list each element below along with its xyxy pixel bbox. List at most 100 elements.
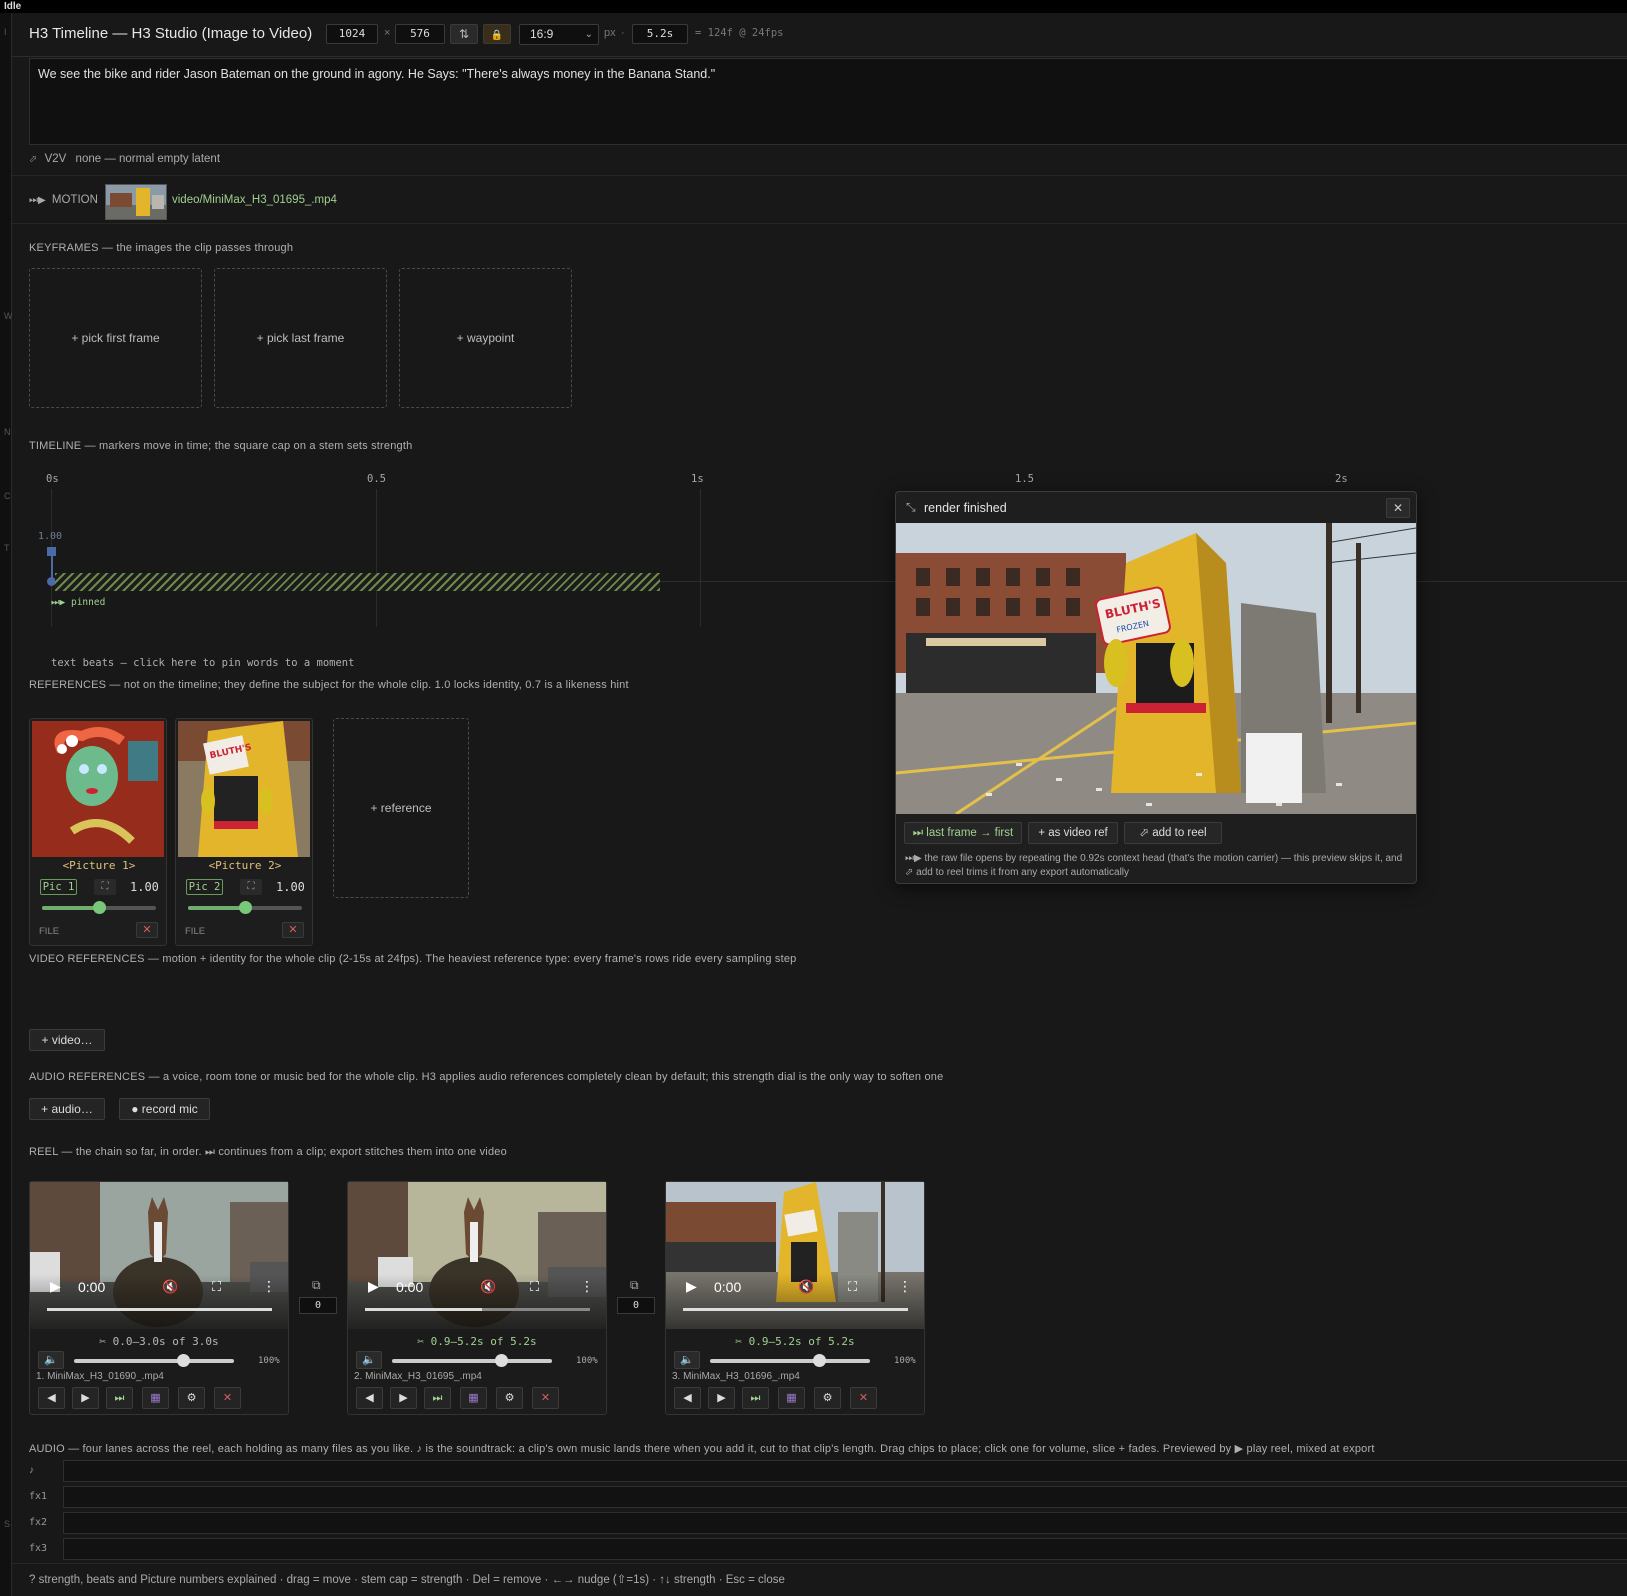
soundtrack-lane[interactable] [63, 1460, 1627, 1482]
video-progress[interactable] [47, 1308, 272, 1311]
remove-clip-button[interactable]: ✕ [214, 1387, 241, 1409]
trim-range[interactable]: ✂ 0.0–3.0s of 3.0s [30, 1335, 288, 1348]
continue-from-clip-button[interactable]: ⏭ [424, 1387, 451, 1409]
picture-tag[interactable]: Pic 1 [40, 879, 77, 895]
pick-first-frame-slot[interactable]: + pick first frame [29, 268, 202, 408]
volume-icon[interactable]: 🔈 [356, 1351, 382, 1369]
height-input[interactable]: 576 [395, 24, 445, 44]
picture-tag[interactable]: Pic 2 [186, 879, 223, 895]
pick-last-frame-slot[interactable]: + pick last frame [214, 268, 387, 408]
as-video-ref-button[interactable]: + as video ref [1028, 822, 1118, 844]
video-player[interactable]: ▶ 0:00 🔇 ⛶ ⋮ [30, 1182, 288, 1329]
clip-filename: 1. MiniMax_H3_01690_.mp4 [36, 1371, 164, 1382]
play-icon[interactable]: ▶ [50, 1278, 61, 1295]
add-to-reel-button[interactable]: ⬀ add to reel [1124, 822, 1222, 844]
video-player[interactable]: ▶ 0:00 🔇 ⛶ ⋮ [348, 1182, 606, 1329]
remove-reference-button[interactable]: ✕ [282, 922, 304, 938]
trim-range[interactable]: ✂ 0.9–5.2s of 5.2s [666, 1335, 924, 1348]
play-button[interactable]: ▶ [708, 1387, 735, 1409]
remove-clip-button[interactable]: ✕ [532, 1387, 559, 1409]
muted-icon[interactable]: 🔇 [162, 1279, 178, 1295]
motion-file-link[interactable]: video/MiniMax_H3_01695_.mp4 [172, 194, 337, 206]
last-frame-to-first-button[interactable]: ⏭ last frame → first [904, 822, 1022, 844]
slider-knob[interactable] [176, 1354, 190, 1367]
pinned-motion-range[interactable] [55, 573, 660, 591]
popup-title: render finished [924, 501, 1007, 515]
reel-clip[interactable]: ▶ 0:00 🔇 ⛶ ⋮ ✂ 0.0–3.0s of 3.0s 🔈 100% 1… [29, 1181, 289, 1415]
trim-range[interactable]: ✂ 0.9–5.2s of 5.2s [348, 1335, 606, 1348]
prompt-textarea[interactable]: We see the bike and rider Jason Bateman … [29, 58, 1627, 145]
play-icon[interactable]: ▶ [686, 1278, 697, 1295]
continue-from-clip-button[interactable]: ⏭ [106, 1387, 133, 1409]
film-icon[interactable]: ▦ [778, 1387, 805, 1409]
slider-knob[interactable] [92, 901, 106, 914]
fx3-lane[interactable] [63, 1538, 1627, 1560]
more-options-icon[interactable]: ⋮ [898, 1278, 912, 1295]
render-preview[interactable]: BLUTH'S FROZEN [896, 523, 1416, 814]
volume-icon[interactable]: 🔈 [38, 1351, 64, 1369]
crop-icon[interactable]: ⛶ [240, 879, 262, 895]
fx1-lane[interactable] [63, 1486, 1627, 1508]
add-video-button[interactable]: + video… [29, 1029, 105, 1051]
play-button[interactable]: ▶ [390, 1387, 417, 1409]
expand-icon[interactable]: ⤡ [906, 500, 916, 515]
continue-from-clip-button[interactable]: ⏭ [742, 1387, 769, 1409]
reference-image: BLUTH'S [178, 721, 310, 857]
chain-overlap-input[interactable]: 0 [617, 1297, 655, 1314]
width-input[interactable]: 1024 [326, 24, 378, 44]
crop-icon[interactable]: ⛶ [94, 879, 116, 895]
settings-gear-icon[interactable]: ⚙ [496, 1387, 523, 1409]
more-options-icon[interactable]: ⋮ [580, 1278, 594, 1295]
add-audio-button[interactable]: + audio… [29, 1098, 105, 1120]
play-icon[interactable]: ▶ [368, 1278, 379, 1295]
film-icon[interactable]: ▦ [142, 1387, 169, 1409]
move-left-button[interactable]: ◀ [356, 1387, 383, 1409]
reference-card[interactable]: <Picture 1> Pic 1 ⛶ 1.00 FILE ✕ [29, 718, 167, 946]
remove-reference-button[interactable]: ✕ [136, 922, 158, 938]
muted-icon[interactable]: 🔇 [798, 1279, 814, 1295]
v2v-row[interactable]: ⬀ V2V none — normal empty latent [29, 153, 220, 165]
fullscreen-icon[interactable]: ⛶ [848, 1279, 857, 1295]
close-button[interactable]: ✕ [1386, 498, 1410, 518]
volume-slider[interactable] [392, 1354, 552, 1368]
slider-knob[interactable] [494, 1354, 508, 1367]
duration-input[interactable]: 5.2s [632, 24, 688, 44]
reel-clip[interactable]: ▶ 0:00 🔇 ⛶ ⋮ ✂ 0.9–5.2s of 5.2s 🔈 100% 3… [665, 1181, 925, 1415]
add-reference-slot[interactable]: + reference [333, 718, 469, 898]
reference-strength-slider[interactable] [42, 901, 156, 915]
remove-clip-button[interactable]: ✕ [850, 1387, 877, 1409]
slider-knob[interactable] [238, 901, 252, 914]
move-left-button[interactable]: ◀ [674, 1387, 701, 1409]
volume-icon[interactable]: 🔈 [674, 1351, 700, 1369]
play-button[interactable]: ▶ [72, 1387, 99, 1409]
motion-thumbnail[interactable] [105, 184, 167, 220]
muted-icon[interactable]: 🔇 [480, 1279, 496, 1295]
film-icon[interactable]: ▦ [460, 1387, 487, 1409]
swap-dimensions-button[interactable]: ⇅ [450, 24, 478, 44]
lock-aspect-button[interactable]: 🔒 [483, 24, 511, 44]
video-player[interactable]: ▶ 0:00 🔇 ⛶ ⋮ [666, 1182, 924, 1329]
move-left-button[interactable]: ◀ [38, 1387, 65, 1409]
more-options-icon[interactable]: ⋮ [262, 1278, 276, 1295]
video-progress[interactable] [365, 1308, 590, 1311]
video-progress[interactable] [683, 1308, 908, 1311]
reference-card[interactable]: BLUTH'S <Picture 2> Pic 2 ⛶ 1.00 FILE ✕ [175, 718, 313, 946]
volume-slider[interactable] [710, 1354, 870, 1368]
help-footer[interactable]: ? strength, beats and Picture numbers ex… [29, 1572, 785, 1586]
video-progress-fill [47, 1308, 272, 1311]
fx2-lane[interactable] [63, 1512, 1627, 1534]
chain-overlap-input[interactable]: 0 [299, 1297, 337, 1314]
audio-lanes-label: AUDIO — four lanes across the reel, each… [29, 1443, 1375, 1455]
fullscreen-icon[interactable]: ⛶ [530, 1279, 539, 1295]
slider-knob[interactable] [812, 1354, 826, 1367]
settings-gear-icon[interactable]: ⚙ [814, 1387, 841, 1409]
record-mic-button[interactable]: ● record mic [119, 1098, 210, 1120]
fullscreen-icon[interactable]: ⛶ [212, 1279, 221, 1295]
settings-gear-icon[interactable]: ⚙ [178, 1387, 205, 1409]
reel-clip[interactable]: ▶ 0:00 🔇 ⛶ ⋮ ✂ 0.9–5.2s of 5.2s 🔈 100% 2… [347, 1181, 607, 1415]
text-beats-lane[interactable]: text beats — click here to pin words to … [51, 657, 354, 669]
add-waypoint-slot[interactable]: + waypoint [399, 268, 572, 408]
volume-slider[interactable] [74, 1354, 234, 1368]
reference-strength-slider[interactable] [188, 901, 302, 915]
aspect-select[interactable]: 16:9 ⌄ [519, 24, 599, 45]
